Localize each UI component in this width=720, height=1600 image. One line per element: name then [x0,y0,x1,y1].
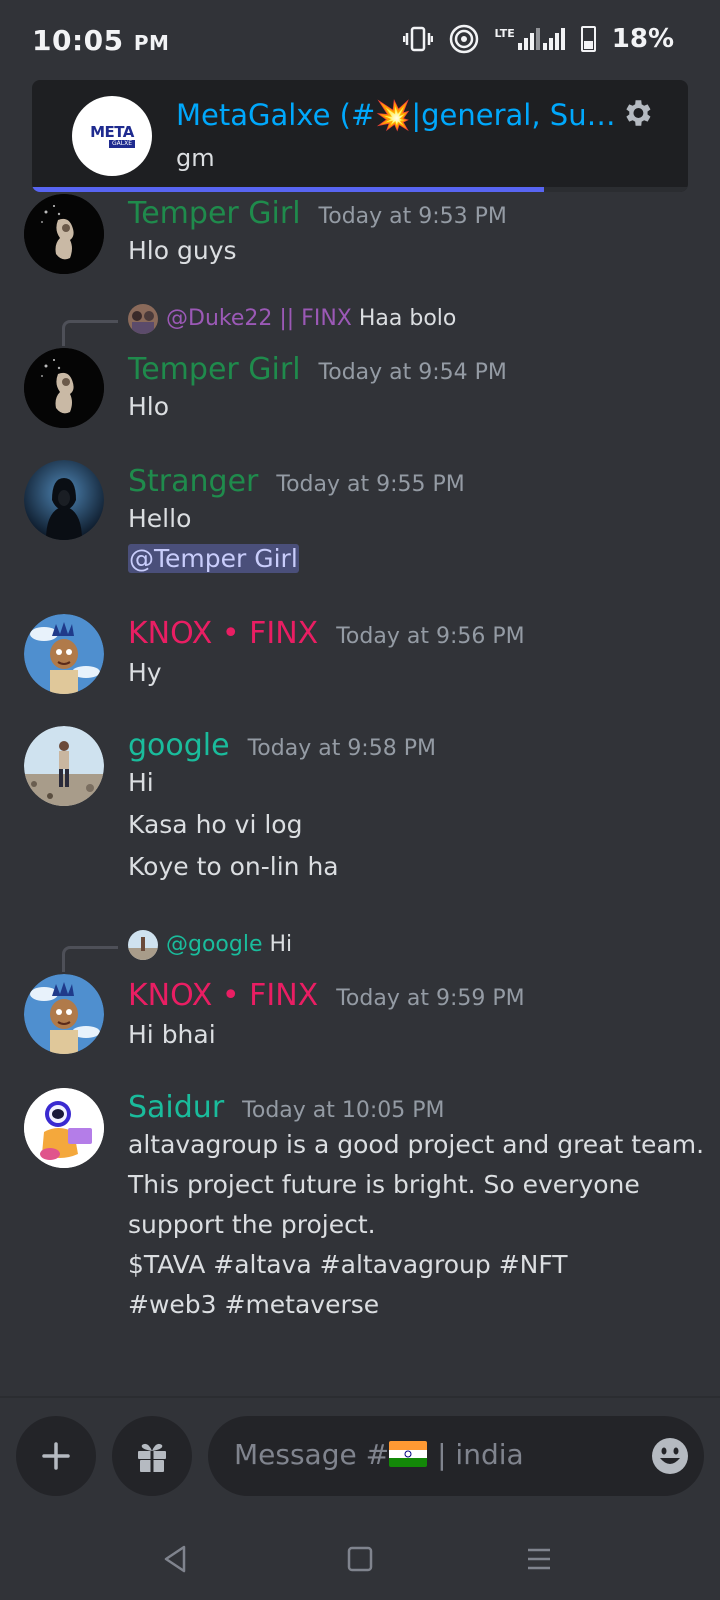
message-text: Hi [128,768,154,797]
banner-message: gm [176,144,215,172]
timestamp: Today at 9:58 PM [247,736,436,761]
author-name[interactable]: Saidur [128,1090,224,1125]
back-triangle-icon[interactable] [158,1542,192,1576]
message-input[interactable]: Message # | india [208,1416,704,1496]
message-header: Temper Girl Today at 9:54 PM [128,352,507,387]
system-nav-bar [0,1516,720,1600]
reply-avatar [128,930,158,960]
timestamp: Today at 9:54 PM [318,360,507,385]
mention-line: @Temper Girl [128,544,299,573]
reply-content: @Duke22 || FINX Haa bolo [166,306,456,331]
avatar[interactable] [24,460,104,540]
avatar[interactable] [24,194,104,274]
message-header: KNOX • FINX Today at 9:56 PM [128,616,525,651]
message-text: Hlo guys [128,236,237,265]
gift-icon [138,1443,166,1472]
reply-text: Haa bolo [358,306,457,331]
avatar[interactable] [24,1088,104,1168]
message-text: altavagroup is a good project and great … [128,1130,705,1159]
reply-preview[interactable]: @Duke22 || FINX Haa bolo [62,300,662,346]
message-composer: Message # | india [0,1396,720,1516]
message-text: $TAVA #altava #altavagroup #NFT [128,1250,568,1279]
status-bar: 10:05 PM LTE 18% [0,0,720,80]
hotspot-icon [449,24,478,54]
server-logo-text: META [90,122,134,141]
avatar-image [24,1088,104,1168]
reply-author[interactable]: @Duke22 || FINX [166,306,352,331]
avatar-image [24,614,104,694]
network-type: LTE [494,27,515,40]
status-icons: LTE 18% [402,24,674,54]
message-header: Stranger Today at 9:55 PM [128,464,465,499]
timestamp: Today at 9:56 PM [336,624,525,649]
message-text: Hi bhai [128,1020,216,1049]
notification-banner[interactable]: META GALXE MetaGalxe (#💥|general, Sui ..… [32,80,688,192]
placeholder-prefix: Message # [234,1438,390,1471]
message-header: KNOX • FINX Today at 9:59 PM [128,978,525,1013]
banner-progress [32,187,688,192]
reply-preview[interactable]: @google Hi [62,926,662,972]
reply-text: Hi [269,932,293,957]
message-text: Koye to on-lin ha [128,852,339,881]
reply-author[interactable]: @google [166,932,263,957]
message-text: Kasa ho vi log [128,810,303,839]
author-name[interactable]: Temper Girl [128,352,301,387]
home-square-icon[interactable] [343,1542,377,1576]
reply-content: @google Hi [166,932,292,957]
author-name[interactable]: Stranger [128,464,258,499]
india-flag-icon [389,1441,428,1467]
server-logo: META GALXE [72,96,152,176]
message-text: This project future is bright. So everyo… [128,1170,640,1199]
author-name[interactable]: google [128,728,230,763]
clock: 10:05 [32,24,124,57]
battery-percent: 18% [611,24,674,54]
signal-1-icon [517,28,540,50]
message-text: #web3 #metaverse [128,1290,380,1319]
message-header: google Today at 9:58 PM [128,728,436,763]
status-time: 10:05 PM [32,24,169,57]
banner-title: MetaGalxe (#💥|general, Sui ... [176,98,616,132]
message-header: Temper Girl Today at 9:53 PM [128,196,507,231]
reply-avatar [128,304,158,334]
timestamp: Today at 9:53 PM [318,204,507,229]
user-mention[interactable]: @Temper Girl [128,544,299,573]
signal-2-icon [542,28,565,50]
message-text: support the project. [128,1210,376,1239]
avatar-image [24,348,104,428]
message-text: Hy [128,658,162,687]
message-text: Hlo [128,392,170,421]
timestamp: Today at 9:59 PM [336,986,525,1011]
gift-button[interactable] [112,1416,192,1496]
reply-connector [62,946,118,972]
author-name[interactable]: KNOX • FINX [128,616,318,651]
message-header: Saidur Today at 10:05 PM [128,1090,445,1125]
add-button[interactable] [16,1416,96,1496]
avatar[interactable] [24,614,104,694]
author-name[interactable]: Temper Girl [128,196,301,231]
plus-icon [42,1442,70,1470]
server-logo-sub: GALXE [109,139,135,148]
avatar-image [24,726,104,806]
menu-lines-icon[interactable] [522,1542,556,1576]
avatar-image [24,974,104,1054]
battery-icon [580,26,596,52]
avatar[interactable] [24,974,104,1054]
avatar[interactable] [24,726,104,806]
placeholder-channel: | india [437,1438,524,1471]
smiley-icon[interactable] [650,1436,690,1476]
avatar-image [24,460,104,540]
banner-progress-fill [32,187,544,192]
reply-connector [62,320,118,346]
timestamp: Today at 9:55 PM [276,472,465,497]
timestamp: Today at 10:05 PM [242,1098,445,1123]
vibrate-icon [402,26,433,52]
gear-icon[interactable] [620,96,654,130]
message-text: Hello [128,504,192,533]
author-name[interactable]: KNOX • FINX [128,978,318,1013]
avatar[interactable] [24,348,104,428]
message-placeholder: Message # | india [234,1438,524,1471]
avatar-image [24,194,104,274]
clock-ampm: PM [133,31,170,55]
